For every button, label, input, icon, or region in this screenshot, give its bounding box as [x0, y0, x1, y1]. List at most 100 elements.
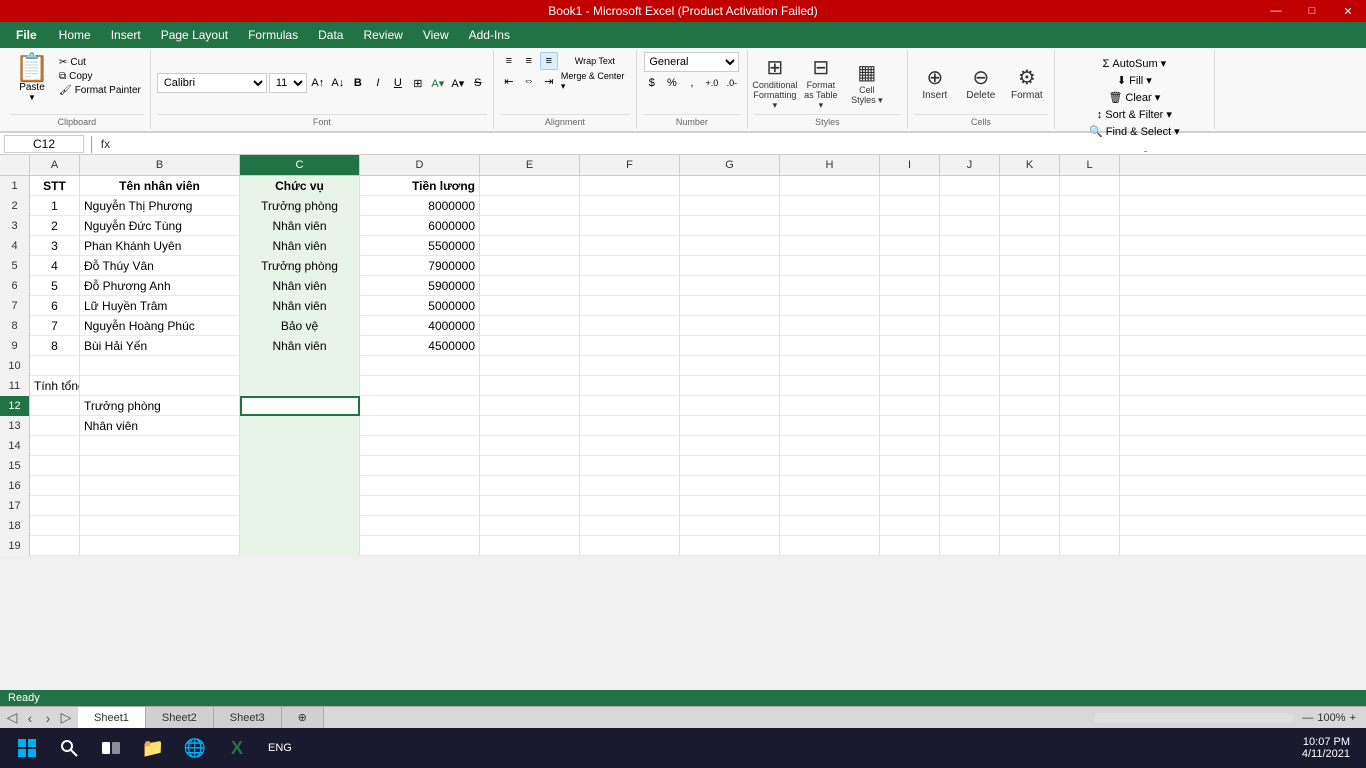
list-item[interactable]: [1060, 276, 1120, 296]
list-item[interactable]: [880, 376, 940, 396]
list-item[interactable]: [940, 416, 1000, 436]
list-item[interactable]: [480, 336, 580, 356]
list-item[interactable]: [940, 216, 1000, 236]
list-item[interactable]: [780, 276, 880, 296]
list-item[interactable]: [940, 256, 1000, 276]
list-item[interactable]: [80, 496, 240, 516]
list-item[interactable]: [940, 536, 1000, 556]
col-header-j[interactable]: J: [940, 155, 1000, 175]
insert-menu[interactable]: Insert: [101, 22, 151, 48]
list-item[interactable]: [940, 196, 1000, 216]
list-item[interactable]: [480, 496, 580, 516]
list-item[interactable]: [240, 476, 360, 496]
list-item[interactable]: [480, 376, 580, 396]
search-button[interactable]: [50, 729, 88, 767]
font-grow-button[interactable]: A↑: [309, 74, 327, 92]
list-item[interactable]: [680, 276, 780, 296]
list-item[interactable]: [1000, 436, 1060, 456]
list-item[interactable]: [580, 456, 680, 476]
increase-decimal-button[interactable]: +.0: [703, 74, 721, 92]
list-item[interactable]: [780, 256, 880, 276]
align-center-button[interactable]: ≡: [520, 52, 538, 70]
list-item[interactable]: [880, 236, 940, 256]
list-item[interactable]: 8000000: [360, 196, 480, 216]
list-item[interactable]: [680, 536, 780, 556]
list-item[interactable]: [240, 376, 360, 396]
list-item[interactable]: Trưởng phòng: [240, 196, 360, 216]
addins-menu[interactable]: Add-Ins: [459, 22, 520, 48]
row-number[interactable]: 6: [0, 276, 30, 296]
list-item[interactable]: [480, 196, 580, 216]
list-item[interactable]: [1000, 356, 1060, 376]
list-item[interactable]: [580, 476, 680, 496]
clear-button[interactable]: 🗑 Clear ▾: [1105, 90, 1163, 105]
list-item[interactable]: [940, 236, 1000, 256]
list-item[interactable]: [480, 416, 580, 436]
list-item[interactable]: [1060, 236, 1120, 256]
list-item[interactable]: [1060, 416, 1120, 436]
row-number[interactable]: 2: [0, 196, 30, 216]
list-item[interactable]: Tên nhân viên: [80, 176, 240, 196]
list-item[interactable]: Bảo vệ: [240, 316, 360, 336]
list-item[interactable]: [780, 496, 880, 516]
list-item[interactable]: [80, 356, 240, 376]
list-item[interactable]: [780, 196, 880, 216]
list-item[interactable]: [580, 256, 680, 276]
list-item[interactable]: [680, 436, 780, 456]
list-item[interactable]: [1060, 476, 1120, 496]
list-item[interactable]: 5000000: [360, 296, 480, 316]
list-item[interactable]: [580, 316, 680, 336]
row-number[interactable]: 18: [0, 516, 30, 536]
file-menu[interactable]: File: [4, 22, 49, 48]
paste-button[interactable]: 📋 Paste ▼: [10, 52, 54, 104]
sort-filter-button[interactable]: ↕ Sort & Filter ▾: [1094, 107, 1175, 122]
list-item[interactable]: [1000, 316, 1060, 336]
row-number[interactable]: 5: [0, 256, 30, 276]
col-header-c[interactable]: C: [240, 155, 360, 175]
list-item[interactable]: [480, 456, 580, 476]
list-item[interactable]: [360, 356, 480, 376]
list-item[interactable]: Nhân viên: [240, 236, 360, 256]
list-item[interactable]: [1000, 496, 1060, 516]
formulas-menu[interactable]: Formulas: [238, 22, 308, 48]
list-item[interactable]: [580, 496, 680, 516]
list-item[interactable]: [360, 476, 480, 496]
zoom-in-button[interactable]: +: [1350, 712, 1356, 724]
cell-name-box[interactable]: [4, 135, 84, 153]
list-item[interactable]: [1060, 496, 1120, 516]
list-item[interactable]: [880, 336, 940, 356]
list-item[interactable]: [240, 456, 360, 476]
sheet-nav-end[interactable]: ▷: [58, 709, 74, 726]
list-item[interactable]: [80, 516, 240, 536]
list-item[interactable]: [680, 476, 780, 496]
list-item[interactable]: [1000, 536, 1060, 556]
row-number[interactable]: 12: [0, 396, 30, 416]
list-item[interactable]: [880, 516, 940, 536]
list-item[interactable]: Trưởng phòng: [240, 256, 360, 276]
list-item[interactable]: 3: [30, 236, 80, 256]
page-layout-menu[interactable]: Page Layout: [151, 22, 238, 48]
list-item[interactable]: [80, 536, 240, 556]
list-item[interactable]: [1000, 516, 1060, 536]
border-button[interactable]: ⊞: [409, 74, 427, 92]
format-as-table-button[interactable]: ⊟ Formatas Table ▾: [800, 57, 842, 109]
list-item[interactable]: Tiền lương: [360, 176, 480, 196]
list-item[interactable]: [30, 416, 80, 436]
list-item[interactable]: [1000, 236, 1060, 256]
currency-button[interactable]: $: [643, 74, 661, 92]
list-item[interactable]: Đỗ Thúy Vân: [80, 256, 240, 276]
list-item[interactable]: [880, 296, 940, 316]
list-item[interactable]: [480, 216, 580, 236]
list-item[interactable]: [780, 356, 880, 376]
list-item[interactable]: [680, 516, 780, 536]
indent-left-button[interactable]: ⇤: [500, 72, 518, 90]
list-item[interactable]: [1000, 416, 1060, 436]
col-header-k[interactable]: K: [1000, 155, 1060, 175]
list-item[interactable]: [680, 216, 780, 236]
start-button[interactable]: [8, 729, 46, 767]
format-painter-button[interactable]: 🖌 Format Painter: [56, 84, 144, 97]
list-item[interactable]: [1060, 216, 1120, 236]
list-item[interactable]: [780, 376, 880, 396]
bold-button[interactable]: B: [349, 74, 367, 92]
font-shrink-button[interactable]: A↓: [329, 74, 347, 92]
